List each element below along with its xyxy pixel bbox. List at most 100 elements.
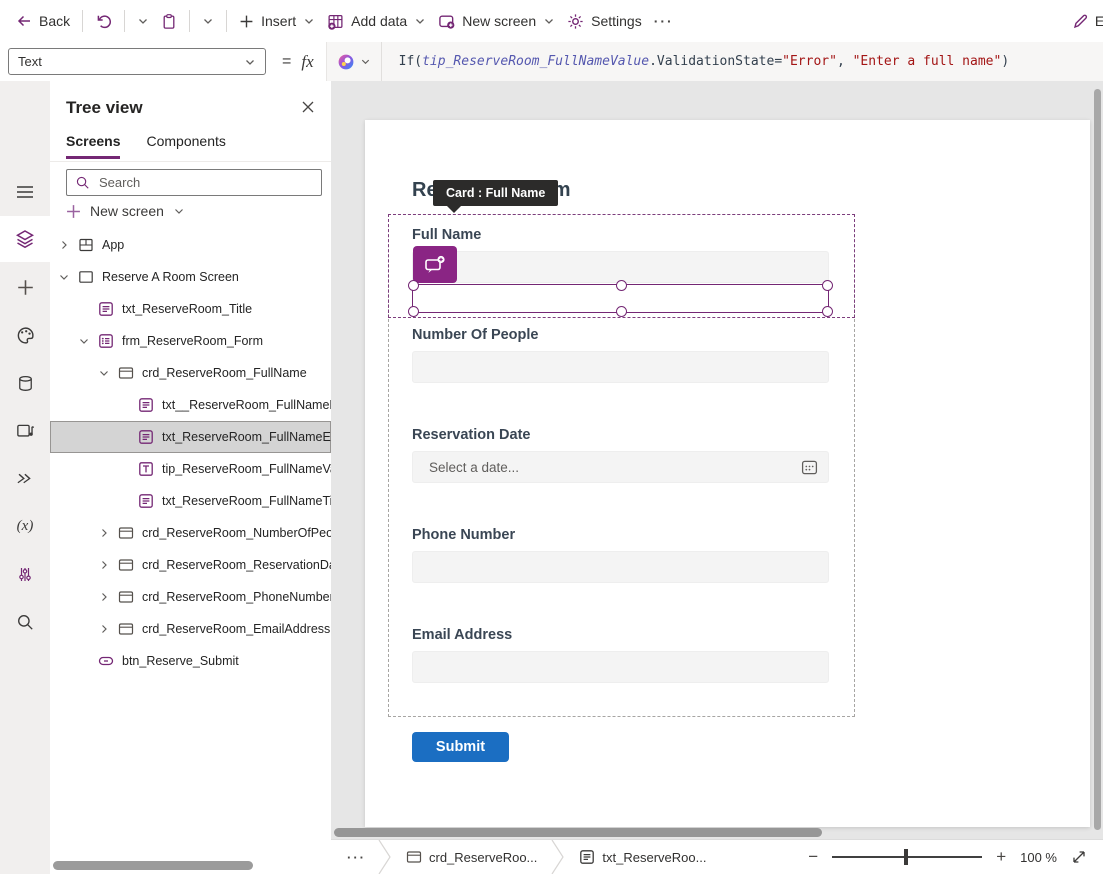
tree-item-card[interactable]: crd_ReserveRoom_ReservationDate: [50, 549, 331, 581]
fullscreen-icon[interactable]: [1071, 849, 1087, 865]
settings-button[interactable]: Settings: [567, 13, 642, 30]
tree-search[interactable]: [66, 169, 322, 196]
canvas-vertical-scrollbar-track[interactable]: [1094, 89, 1101, 830]
rail-data-button[interactable]: [0, 360, 50, 406]
left-rail: (x): [0, 81, 50, 874]
zoom-in-button[interactable]: +: [996, 847, 1006, 867]
toolbar-overflow-button[interactable]: ···: [654, 13, 674, 29]
new-screen-button[interactable]: New screen: [438, 13, 555, 30]
card-icon: [118, 367, 134, 379]
resize-handle[interactable]: [408, 306, 419, 317]
resize-handle[interactable]: [408, 280, 419, 291]
tree-item-card[interactable]: crd_ReserveRoom_NumberOfPeople: [50, 517, 331, 549]
media-icon: [16, 424, 34, 437]
paste-menu-chevron[interactable]: [202, 15, 214, 27]
back-button[interactable]: Back: [16, 13, 70, 29]
chevron-down-icon: [246, 59, 254, 65]
divider: [226, 10, 228, 32]
breadcrumb-overflow-button[interactable]: ···: [331, 850, 378, 865]
phone-number-input[interactable]: [412, 551, 829, 583]
variables-icon: (x): [16, 517, 34, 534]
divider: [82, 10, 84, 32]
tree-item-label-control[interactable]: txt_ReserveRoom_FullNameTitle: [50, 485, 331, 517]
tree-item-label: txt__ReserveRoom_FullNameRequired: [162, 398, 331, 412]
undo-button[interactable]: [95, 13, 112, 30]
tree-item-card[interactable]: crd_ReserveRoom_EmailAddress: [50, 613, 331, 645]
number-of-people-label: Number Of People: [412, 327, 539, 343]
canvas-horizontal-scrollbar[interactable]: [334, 828, 822, 837]
zoom-slider[interactable]: [832, 849, 983, 865]
chevron-down-icon: [416, 19, 425, 24]
tab-screens[interactable]: Screens: [66, 133, 121, 159]
new-screen-tree-button[interactable]: New screen: [66, 203, 185, 219]
tree-item-form[interactable]: frm_ReserveRoom_Form: [50, 325, 331, 357]
tree-item-button[interactable]: btn_Reserve_Submit: [50, 645, 331, 677]
comment-badge[interactable]: [413, 246, 457, 283]
text-label-icon: [580, 850, 595, 864]
tree-horizontal-scrollbar[interactable]: [53, 861, 253, 870]
tree-item-card[interactable]: crd_ReserveRoom_PhoneNumber: [50, 581, 331, 613]
chevron-down-icon: [100, 371, 108, 376]
reservation-date-input[interactable]: Select a date...: [412, 451, 829, 483]
add-data-label: Add data: [351, 13, 408, 29]
rail-variables-button[interactable]: (x): [0, 503, 50, 549]
add-data-button[interactable]: Add data: [327, 13, 426, 30]
property-selected: Text: [18, 54, 42, 69]
chevron-down-icon: [204, 19, 213, 24]
tree-item-card[interactable]: crd_ReserveRoom_FullName: [50, 357, 331, 389]
tree-item-screen[interactable]: Reserve A Room Screen: [50, 261, 331, 293]
insert-button[interactable]: Insert: [239, 13, 315, 29]
edit-mode-button[interactable]: Edit: [1072, 13, 1103, 30]
sliders-icon: [19, 567, 31, 581]
breadcrumb-card[interactable]: crd_ReserveRoo...: [392, 849, 551, 865]
menu-button[interactable]: [0, 169, 50, 215]
rail-settings-button[interactable]: [0, 863, 50, 874]
email-address-input[interactable]: [412, 651, 829, 683]
tab-components[interactable]: Components: [146, 133, 225, 159]
resize-handle[interactable]: [616, 306, 627, 317]
zoom-slider-handle[interactable]: [904, 849, 909, 865]
calendar-icon[interactable]: [801, 459, 818, 476]
zoom-controls: − + 100 %: [808, 847, 1103, 867]
search-input[interactable]: [97, 174, 321, 191]
paste-button[interactable]: [161, 13, 177, 30]
submit-button[interactable]: Submit: [412, 732, 509, 762]
app-artboard[interactable]: Reserve A Room Full Name: [365, 120, 1090, 827]
rail-search-button[interactable]: [0, 599, 50, 645]
chevron-right-icon: [102, 561, 107, 569]
tree-item-label: txt_ReserveRoom_FullNameErrorLabel: [162, 430, 331, 444]
copilot-button[interactable]: [327, 42, 382, 81]
zoom-out-button[interactable]: −: [808, 847, 818, 867]
full-name-input[interactable]: [412, 251, 829, 283]
tree-item-label-control-selected[interactable]: txt_ReserveRoom_FullNameErrorLabel: [50, 421, 331, 453]
phone-number-label: Phone Number: [412, 527, 516, 543]
number-of-people-input[interactable]: [412, 351, 829, 383]
canvas-vertical-scrollbar[interactable]: [1094, 89, 1101, 830]
selected-error-label-control[interactable]: [408, 280, 833, 317]
search-icon: [18, 615, 33, 630]
breadcrumb-text-control[interactable]: txt_ReserveRoo...: [565, 849, 720, 865]
tree-item-label-control[interactable]: txt_ReserveRoom_Title: [50, 293, 331, 325]
formula-input[interactable]: If(tip_ReserveRoom_FullNameValue .Validat…: [382, 42, 1010, 81]
resize-handle[interactable]: [616, 280, 627, 291]
reservation-date-label: Reservation Date: [412, 427, 531, 443]
button-icon: [98, 656, 114, 666]
breadcrumb-separator: [551, 840, 565, 874]
tree-item-text-input[interactable]: tip_ReserveRoom_FullNameValue: [50, 453, 331, 485]
rail-insert-button[interactable]: [0, 264, 50, 310]
resize-handle[interactable]: [822, 280, 833, 291]
rail-power-automate-button[interactable]: [0, 455, 50, 501]
undo-menu-chevron[interactable]: [137, 15, 149, 27]
rail-theme-button[interactable]: [0, 312, 50, 358]
rail-advanced-tools-button[interactable]: [0, 551, 50, 597]
text-label-icon: [139, 430, 153, 444]
resize-handle[interactable]: [822, 306, 833, 317]
pencil-icon: [1073, 14, 1087, 28]
rail-tree-view-button[interactable]: [0, 216, 50, 262]
tree-item-label-control[interactable]: txt__ReserveRoom_FullNameRequired: [50, 389, 331, 421]
tree-item-app[interactable]: App: [50, 229, 331, 261]
rail-media-button[interactable]: [0, 408, 50, 454]
property-dropdown[interactable]: Text: [8, 48, 266, 75]
formula-token: ): [1001, 54, 1010, 69]
close-panel-button[interactable]: [301, 100, 315, 114]
